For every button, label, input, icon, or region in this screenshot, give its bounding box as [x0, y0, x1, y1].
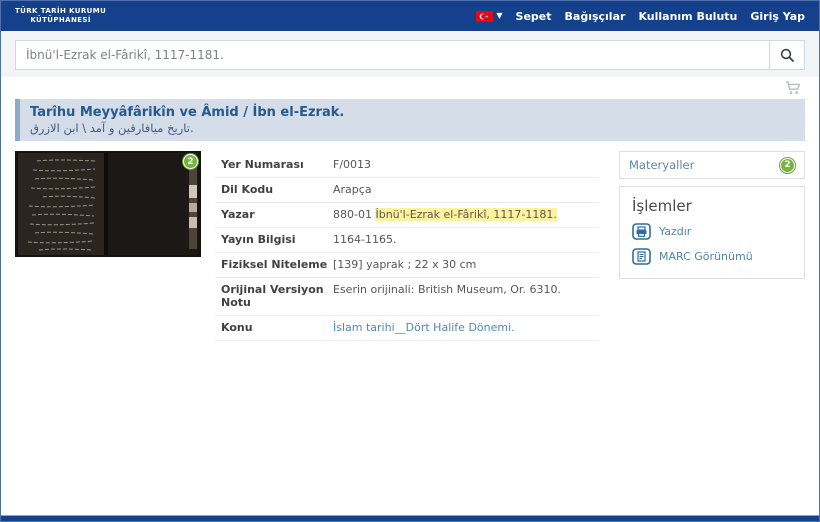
field-label: Orijinal Versiyon Notu	[221, 283, 324, 309]
field-value: 880-01 İbnü'l-Ezrak el-Fârikî, 1117-1181…	[333, 208, 557, 221]
detail-row: Yayın Bilgisi 1164-1165.	[215, 228, 599, 253]
record-title-arabic: تاريخ ميافارقين و آمد \ ابن الازرق.	[30, 121, 194, 135]
detail-row: Yer Numarası F/0013	[215, 153, 599, 178]
actions-box: İşlemler Yazdır MARC Görünümü	[619, 186, 805, 279]
action-label: MARC Görünümü	[659, 250, 753, 263]
materials-label: Materyaller	[629, 158, 695, 172]
logo-line1: TÜRK TARİH KURUMU	[15, 6, 107, 15]
field-label: Konu	[221, 321, 253, 334]
field-label: Fiziksel Niteleme	[221, 258, 328, 271]
nav-item-bagiscilar[interactable]: Bağışçılar	[565, 10, 626, 23]
right-sidebar: Materyaller 2 İşlemler Yazdır MARC Görünü…	[619, 151, 805, 279]
nav-item-giris-yap[interactable]: Giriş Yap	[750, 10, 805, 23]
field-label: Yayın Bilgisi	[221, 233, 296, 246]
search-term-highlight: İbnü'l-Ezrak el-Fârikî, 1117-1181.	[375, 208, 557, 221]
bottom-bar	[1, 515, 819, 521]
site-logo[interactable]: TÜRK TARİH KURUMU KÜTÜPHANESİ	[15, 7, 106, 25]
top-nav-links: ▼ Sepet Bağışçılar Kullanım Bulutu Giriş Ya…	[476, 10, 805, 23]
action-label: Yazdır	[659, 225, 692, 238]
record-title-bar: Tarîhu Meyyâfârikîn ve Âmid / İbn el-Ezr…	[15, 99, 805, 141]
chevron-down-icon: ▼	[496, 11, 503, 20]
field-value: Eserin orijinali: British Museum, Or. 63…	[333, 283, 561, 296]
detail-row: Dil Kodu Arapça	[215, 178, 599, 203]
materials-count-badge: 2	[780, 157, 795, 173]
turkish-flag-icon	[476, 10, 494, 22]
language-selector[interactable]: ▼	[476, 10, 503, 22]
cart-icon[interactable]	[785, 81, 801, 95]
search-input[interactable]	[15, 40, 769, 70]
actions-title: İşlemler	[632, 197, 692, 215]
subject-link[interactable]: İslam tarihi__Dört Halife Dönemi.	[333, 321, 515, 334]
actions-list: Yazdır MARC Görünümü	[632, 223, 792, 265]
detail-row: Konu İslam tarihi__Dört Halife Dönemi.	[215, 316, 599, 341]
materials-box[interactable]: Materyaller 2	[619, 151, 805, 179]
record-title: Tarîhu Meyyâfârikîn ve Âmid / İbn el-Ezr…	[30, 105, 345, 120]
search-icon	[780, 48, 794, 62]
detail-row: Orijinal Versiyon Notu Eserin orijinali: …	[215, 278, 599, 316]
nav-item-sepet[interactable]: Sepet	[516, 10, 552, 23]
field-label: Yer Numarası	[221, 158, 304, 171]
top-navigation-bar: TÜRK TARİH KURUMU KÜTÜPHANESİ ▼ Sepet Bağ…	[1, 1, 819, 31]
action-marc-view[interactable]: MARC Görünümü	[632, 248, 792, 265]
printer-icon	[632, 223, 651, 240]
detail-row: Fiziksel Niteleme [139] yaprak ; 22 x 30 …	[215, 253, 599, 278]
field-value: 1164-1165.	[333, 233, 397, 246]
cart-row	[1, 77, 819, 99]
field-value: [139] yaprak ; 22 x 30 cm	[333, 258, 477, 271]
marc-document-icon	[632, 248, 651, 265]
search-section	[1, 31, 819, 77]
detail-row: Yazar 880-01 İbnü'l-Ezrak el-Fârikî, 1117…	[215, 203, 599, 228]
manuscript-image	[15, 151, 201, 257]
book-cover-image[interactable]: 2	[15, 151, 201, 257]
field-label: Dil Kodu	[221, 183, 274, 196]
details-table: Yer Numarası F/0013 Dil Kodu Arapça Yazar 880…	[215, 153, 599, 341]
logo-line2: KÜTÜPHANESİ	[30, 16, 91, 24]
field-label: Yazar	[221, 208, 255, 221]
library-catalog-page: TÜRK TARİH KURUMU KÜTÜPHANESİ ▼ Sepet Bağ…	[0, 0, 820, 522]
record-detail-area: 2 Yer Numarası F/0013 Dil Kodu Arapça Yazar 8…	[15, 151, 805, 341]
cover-count-badge: 2	[183, 154, 198, 169]
action-print[interactable]: Yazdır	[632, 223, 792, 240]
field-value: F/0013	[333, 158, 372, 171]
nav-item-kullanim-bulutu[interactable]: Kullanım Bulutu	[638, 10, 737, 23]
search-button[interactable]	[769, 40, 805, 70]
field-value: Arapça	[333, 183, 372, 196]
